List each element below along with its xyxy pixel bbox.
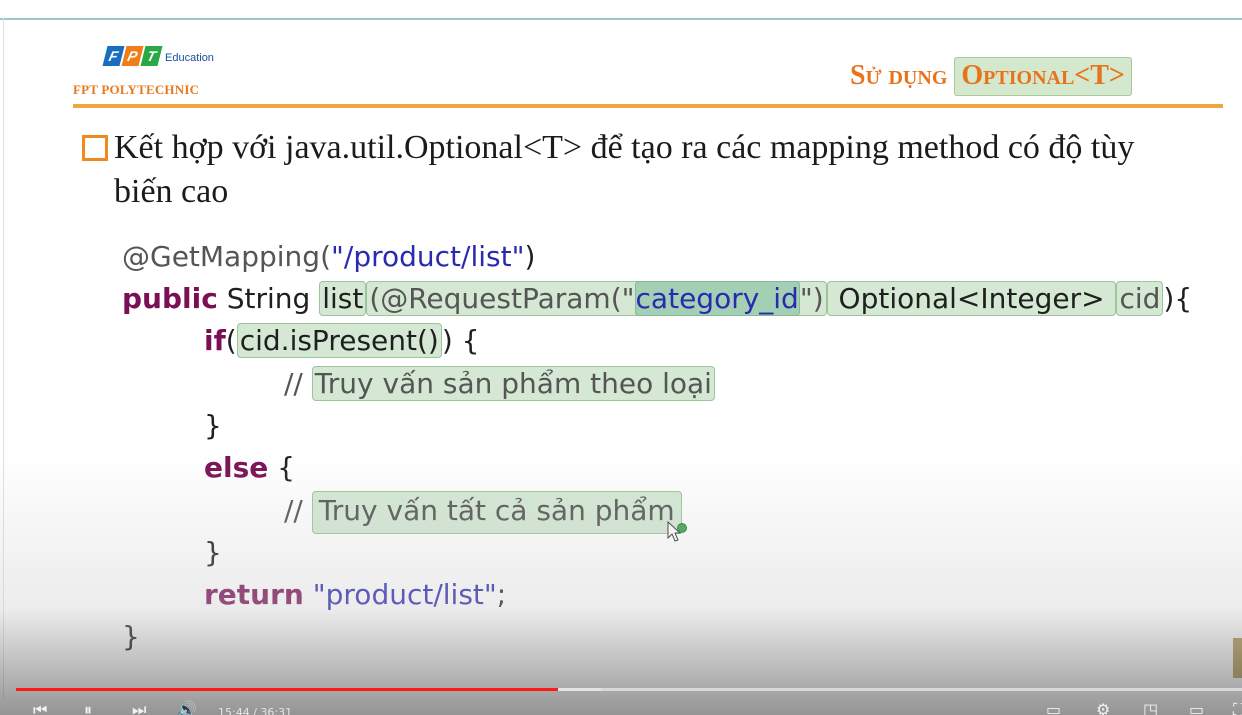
progress-played (16, 688, 558, 691)
code-token: ( (225, 324, 237, 357)
code-line-9: return "product/list"; (204, 575, 506, 615)
code-keyword-public: public (122, 282, 218, 315)
time-display: 15:44 / 36:31 (218, 706, 293, 715)
code-comment-if: Truy vấn sản phẩm theo loại (311, 366, 715, 401)
code-request-param-group: (@RequestParam("category_id") (366, 281, 827, 316)
code-return-type: String (217, 282, 320, 315)
code-param-var: cid (1116, 281, 1164, 316)
code-line-2: public String list (@RequestParam("catego… (122, 279, 1192, 319)
code-line-8: } (204, 533, 222, 573)
code-annotation: @GetMapping( (122, 240, 331, 273)
code-comment-else: Truy vấn tất cả sản phẩm (311, 491, 682, 534)
gear-icon[interactable]: ⚙ (1096, 702, 1110, 715)
code-request-param: (@RequestParam( (369, 282, 622, 315)
logo-letter-t: T (140, 46, 163, 66)
code-line-10: } (122, 617, 140, 657)
volume-icon[interactable]: 🔊 (177, 702, 197, 715)
slide-title-highlight: Optional<T> (954, 57, 1132, 96)
bullet-square-icon (82, 135, 108, 161)
mouse-cursor-icon (667, 521, 687, 542)
code-token: ) (524, 240, 536, 273)
code-keyword-if: if (204, 324, 226, 357)
code-if-condition: cid.isPresent() (236, 323, 442, 358)
slide-title-prefix: Sử dụng (850, 60, 955, 91)
code-line-4: // Truy vấn sản phẩm theo loại (284, 364, 715, 404)
skip-next-icon[interactable]: ⏭ (132, 702, 146, 715)
code-line-6: else { (204, 448, 295, 488)
miniplayer-icon[interactable]: ◳ (1143, 702, 1158, 715)
pause-icon[interactable]: ⏸ (84, 702, 92, 715)
video-frame[interactable]: F P T Education FPT POLYTECHNIC Sử dụng … (0, 0, 1242, 715)
code-return-value: "product/list" (303, 578, 497, 611)
code-brace: } (122, 620, 140, 653)
code-token: ){ (1163, 282, 1193, 315)
code-line-5: } (204, 406, 222, 446)
fpt-logo: F P T Education FPT POLYTECHNIC (73, 46, 243, 102)
code-brace: } (204, 536, 222, 569)
player-controls: ⏮ ⏸ ⏭ 🔊 15:44 / 36:31 ▭ ⚙ ◳ ▭ ⛶ (0, 696, 1242, 715)
code-line-7: // Truy vấn tất cả sản phẩm (284, 491, 682, 534)
logo-education-label: Education (165, 52, 214, 64)
code-line-3: if(cid.isPresent()) { (204, 321, 479, 361)
side-thumbnail (1233, 638, 1242, 678)
code-method-name: list (319, 281, 367, 316)
code-param-type: Optional<Integer> (826, 281, 1117, 316)
code-brace: } (204, 409, 222, 442)
skip-previous-icon[interactable]: ⏮ (33, 702, 47, 715)
subtitles-icon[interactable]: ▭ (1046, 702, 1061, 715)
code-token: ) { (441, 324, 480, 357)
logo-school-name: FPT POLYTECHNIC (73, 82, 200, 97)
slide-title: Sử dụng Optional<T> (850, 57, 1132, 96)
player-gradient (0, 450, 1242, 715)
title-divider (73, 104, 1223, 108)
fullscreen-icon[interactable]: ⛶ (1233, 702, 1242, 715)
slide-left-border (3, 18, 4, 698)
code-keyword-else: else (204, 451, 269, 484)
code-line-1: @GetMapping("/product/list") (122, 237, 535, 277)
slide-top-border (0, 18, 1242, 20)
bullet-text: Kết hợp với java.util.Optional<T> để tạo… (114, 129, 1135, 210)
code-mapping-path: "/product/list" (331, 240, 525, 273)
code-token: " (621, 282, 635, 315)
code-comment-slashes: // (284, 367, 312, 400)
code-token: ; (496, 578, 507, 611)
code-keyword-return: return (204, 578, 304, 611)
code-token: ") (799, 282, 824, 315)
theater-icon[interactable]: ▭ (1189, 702, 1204, 715)
fpt-logo-mark: F P T (102, 46, 163, 68)
code-param-name: category_id (634, 281, 800, 316)
code-comment-slashes: // (284, 494, 312, 527)
code-token: { (268, 451, 295, 484)
